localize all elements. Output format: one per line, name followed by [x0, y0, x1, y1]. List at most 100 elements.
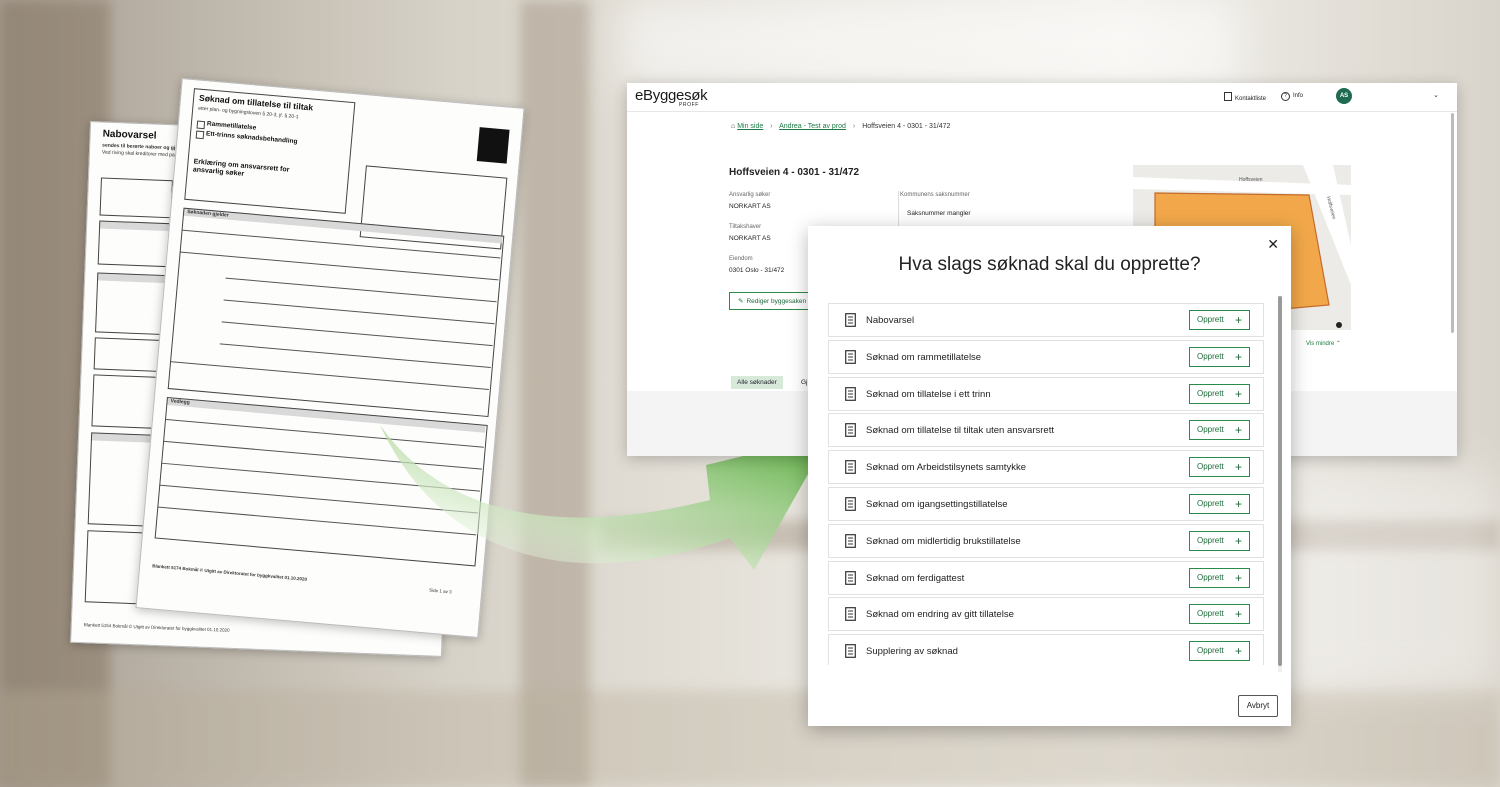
document-icon	[845, 570, 856, 585]
breadcrumb-project-link[interactable]: Andrea - Test av prod	[779, 123, 846, 130]
create-button[interactable]: Opprett +	[1189, 420, 1250, 441]
close-icon[interactable]: ✕	[1267, 236, 1279, 253]
list-item-label: Nabovarsel	[866, 315, 915, 326]
create-button-label: Opprett	[1197, 425, 1224, 435]
tab-other[interactable]: Gj	[801, 379, 808, 386]
dibk-logo	[476, 127, 510, 164]
paper-box	[95, 272, 170, 336]
document-icon	[845, 460, 856, 475]
pencil-icon: ✎	[738, 298, 744, 305]
list-item-label: Søknad om igangsettingstillatelse	[866, 498, 1008, 510]
modal-scrollbar-thumb[interactable]	[1278, 296, 1282, 666]
breadcrumb-current: Hoffsveien 4 - 0301 - 31/472	[862, 123, 951, 130]
create-button[interactable]: Opprett +	[1189, 530, 1250, 551]
app-scrollbar[interactable]	[1451, 113, 1454, 333]
edit-button-label: Rediger byggesaken	[746, 298, 807, 305]
list-item[interactable]: Nabovarsel Opprett +	[828, 303, 1264, 337]
list-item[interactable]: Søknad om rammetillatelse Opprett +	[828, 339, 1264, 374]
create-button-label: Opprett	[1197, 609, 1224, 619]
chevron-right-icon: ›	[770, 123, 773, 130]
owner-label: Tiltakshaver	[729, 224, 762, 230]
plus-icon: +	[1234, 386, 1242, 401]
logo-subtitle: PROFF	[679, 102, 699, 108]
home-icon[interactable]: ⌂	[731, 123, 735, 130]
create-button[interactable]: Opprett +	[1189, 346, 1250, 367]
plus-icon: +	[1234, 644, 1242, 659]
list-item[interactable]: Søknad om endring av gitt tillatelse Oppr…	[828, 597, 1264, 632]
show-less-label: Vis mindre	[1306, 341, 1335, 347]
document-icon	[845, 644, 856, 659]
property-title: Hoffsveien 4 - 0301 - 31/472	[729, 167, 860, 178]
plus-icon: +	[1234, 496, 1242, 511]
create-button[interactable]: Opprett +	[1189, 567, 1250, 588]
paper-box	[99, 177, 173, 219]
chevron-up-icon: ⌃	[1335, 341, 1341, 347]
list-item-label: Søknad om midlertidig brukstillatelse	[866, 535, 1021, 547]
user-avatar[interactable]: AS	[1336, 88, 1352, 104]
paper-footer: Blankett 5174 Bokmål © Utgitt av Direkto…	[151, 563, 308, 582]
paper-box	[97, 220, 172, 268]
list-item-label: Søknad om endring av gitt tillatelse	[866, 609, 1014, 621]
paper-title: Nabovarsel	[102, 128, 157, 142]
contacts-icon	[1224, 92, 1232, 101]
edit-building-case-button[interactable]: ✎ Rediger byggesaken	[729, 292, 819, 310]
map-road-label: Hoffsveien	[1239, 177, 1263, 183]
property-label: Eiendom	[729, 256, 753, 262]
create-button-label: Opprett	[1197, 351, 1224, 361]
plus-icon: +	[1234, 423, 1242, 438]
plus-icon: +	[1234, 607, 1242, 622]
paper-footer: Blankett 5154 Bokmål © Utgitt av Direkto…	[83, 622, 230, 633]
contacts-label: Kontaktliste	[1235, 96, 1267, 102]
create-button[interactable]: Opprett +	[1189, 493, 1250, 514]
document-icon	[845, 349, 856, 364]
create-application-modal: ✕ Hva slags søknad skal du opprette? Nab…	[808, 226, 1291, 726]
list-item-label: Søknad om tillatelse til tiltak uten ans…	[866, 425, 1054, 437]
create-button-label: Opprett	[1197, 646, 1224, 656]
case-number-value: Saksnummer mangler	[907, 210, 971, 217]
document-icon	[845, 607, 856, 622]
list-item[interactable]: Supplering av søknad Opprett +	[828, 634, 1264, 665]
applicant-label: Ansvarlig søker	[729, 192, 771, 198]
create-button-label: Opprett	[1197, 388, 1224, 398]
list-item[interactable]: Søknad om igangsettingstillatelse Opprett…	[828, 486, 1264, 521]
list-item-label: Supplering av søknad	[866, 646, 958, 658]
create-button[interactable]: Opprett +	[1189, 641, 1250, 662]
document-icon	[845, 386, 856, 401]
create-button[interactable]: Opprett +	[1189, 383, 1250, 404]
chevron-down-icon[interactable]: ⌄	[1433, 91, 1439, 99]
checkbox-mark	[196, 120, 206, 130]
create-button[interactable]: Opprett +	[1189, 604, 1250, 625]
create-button-label: Opprett	[1197, 462, 1224, 472]
breadcrumb-home-link[interactable]: Min side	[737, 123, 763, 130]
plus-icon: +	[1234, 460, 1242, 475]
application-type-list: Nabovarsel Opprett + Søknad om rammetillate…	[828, 303, 1264, 665]
list-item-label: Søknad om tillatelse i ett trinn	[866, 388, 991, 400]
create-button[interactable]: Opprett +	[1189, 310, 1250, 330]
checkbox-mark	[195, 130, 205, 140]
contacts-link[interactable]: Kontaktliste	[1224, 92, 1266, 102]
app-top-bar: eByggesøk PROFF Kontaktliste ? Info AS ⌄	[627, 83, 1457, 112]
document-icon	[845, 497, 856, 511]
create-button-label: Opprett	[1197, 535, 1224, 545]
plus-icon: +	[1234, 313, 1242, 327]
create-button-label: Opprett	[1197, 315, 1224, 324]
applicant-value: NORKART AS	[729, 203, 771, 210]
list-item[interactable]: Søknad om midlertidig brukstillatelse Opp…	[828, 523, 1264, 558]
info-icon: ?	[1281, 92, 1290, 101]
info-label: Info	[1293, 93, 1304, 99]
show-less-link[interactable]: Vis mindre ⌃	[1306, 340, 1341, 347]
list-item[interactable]: Søknad om tillatelse i ett trinn Opprett +	[828, 376, 1264, 411]
create-button[interactable]: Opprett +	[1189, 457, 1250, 478]
cancel-button[interactable]: Avbryt	[1238, 695, 1278, 717]
list-item[interactable]: Søknad om Arbeidstilsynets samtykke Oppre…	[828, 450, 1264, 485]
modal-title: Hva slags søknad skal du opprette?	[898, 254, 1201, 275]
list-item[interactable]: Søknad om tillatelse til tiltak uten ans…	[828, 413, 1264, 448]
divider	[898, 191, 899, 231]
tab-all-applications[interactable]: Alle søknader	[731, 376, 783, 389]
document-icon	[845, 533, 856, 548]
info-link[interactable]: ? Info	[1281, 92, 1303, 101]
document-icon	[845, 313, 856, 327]
create-button-label: Opprett	[1197, 498, 1224, 508]
list-item[interactable]: Søknad om ferdigattest Opprett +	[828, 560, 1264, 595]
owner-value: NORKART AS	[729, 235, 771, 242]
